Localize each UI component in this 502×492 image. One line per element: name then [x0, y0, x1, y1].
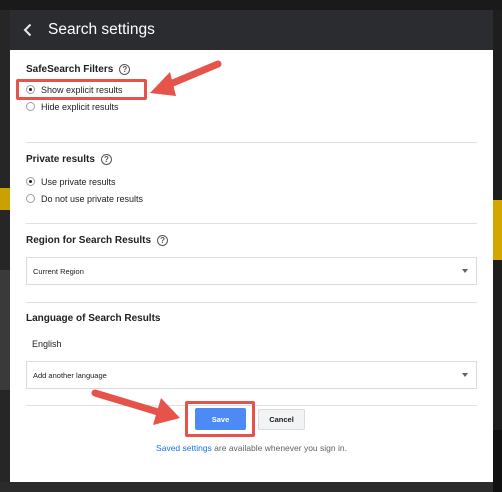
annotation-arrow-save	[91, 389, 180, 425]
annotation-arrow-safesearch	[150, 60, 222, 96]
annotation-arrow	[91, 60, 222, 425]
